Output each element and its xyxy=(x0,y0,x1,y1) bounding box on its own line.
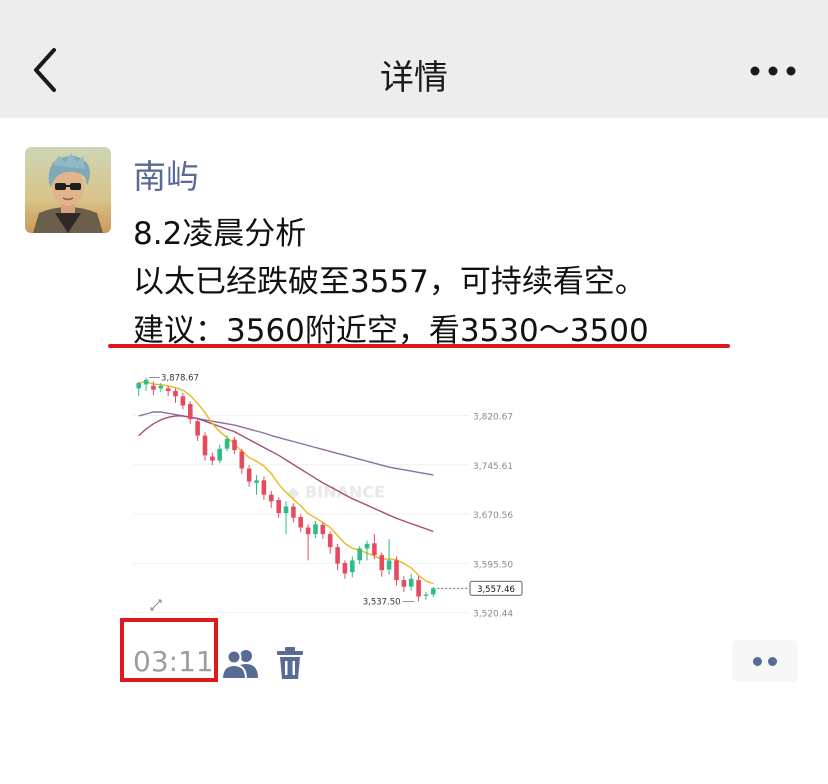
candle xyxy=(335,547,340,564)
candle xyxy=(372,543,377,556)
candle xyxy=(342,563,348,574)
candle xyxy=(408,578,414,587)
candle xyxy=(232,439,237,451)
candle xyxy=(313,524,318,535)
post-time: 03:11 xyxy=(133,645,214,678)
candle xyxy=(202,435,208,456)
candle xyxy=(364,543,370,549)
trash-icon xyxy=(277,647,303,679)
candle xyxy=(246,468,252,482)
candle xyxy=(379,555,385,571)
y-tick-label: 3,520.44 xyxy=(473,610,513,620)
people-icon xyxy=(220,649,258,680)
y-tick-label: 3,670.56 xyxy=(473,511,513,521)
watermark: ◆ BINANCE xyxy=(287,482,385,501)
dot-icon xyxy=(753,657,762,666)
dot-icon xyxy=(768,657,777,666)
last-price-label: 3,557.46 xyxy=(477,585,515,595)
expand-icon xyxy=(150,599,162,611)
visibility-button[interactable] xyxy=(220,646,258,680)
candle xyxy=(305,527,311,535)
candle xyxy=(224,438,230,449)
username[interactable]: 南屿 xyxy=(133,150,199,198)
candlestick-chart: ◆ BINANCE 3,820.67 3,745.61 3,670.56 3,595.5… xyxy=(133,373,523,620)
post-image[interactable]: ◆ BINANCE 3,820.67 3,745.61 3,670.56 3,595.5… xyxy=(131,364,527,632)
comment-like-button[interactable] xyxy=(732,640,798,682)
y-tick-label: 3,745.61 xyxy=(473,462,513,472)
candle xyxy=(217,448,222,461)
candle xyxy=(298,517,303,528)
candle xyxy=(416,580,421,597)
candle xyxy=(165,388,171,391)
candle xyxy=(173,391,178,397)
y-tick-label: 3,595.50 xyxy=(473,560,513,570)
candle xyxy=(401,580,407,587)
post-text-line: 8.2凌晨分析 xyxy=(133,216,307,252)
candle xyxy=(386,560,392,570)
candle xyxy=(357,548,362,561)
candle xyxy=(254,480,259,483)
high-price-label: 3,878.67 xyxy=(161,373,199,383)
candle xyxy=(269,494,274,502)
candle xyxy=(239,451,245,469)
page-title: 详情 xyxy=(380,58,448,98)
red-underline-annotation xyxy=(108,344,730,348)
candle xyxy=(143,379,149,385)
candle xyxy=(195,421,200,436)
candle xyxy=(291,506,296,518)
candle xyxy=(261,480,267,495)
candle xyxy=(350,560,355,573)
candle xyxy=(210,456,215,461)
navigation-bar: 详情 xyxy=(0,0,828,118)
candle xyxy=(158,385,164,389)
candle xyxy=(136,383,141,389)
delete-button[interactable] xyxy=(276,646,304,680)
candle xyxy=(151,385,156,390)
candle xyxy=(431,588,436,595)
candle xyxy=(276,500,281,514)
y-tick-label: 3,820.67 xyxy=(473,413,513,423)
candle xyxy=(180,396,186,406)
candle xyxy=(394,560,399,581)
avatar[interactable] xyxy=(25,147,111,233)
ellipsis-icon xyxy=(750,66,796,76)
candle xyxy=(283,506,289,514)
candle xyxy=(320,524,326,535)
candle xyxy=(188,404,193,420)
post-text-line: 以太已经跌破至3557，可持续看空。 xyxy=(133,264,646,300)
candle xyxy=(327,534,333,548)
candle xyxy=(423,594,429,596)
ma-slow-line xyxy=(138,411,434,476)
low-price-label: 3,537.50 xyxy=(363,597,401,607)
more-options-button[interactable] xyxy=(748,56,798,86)
